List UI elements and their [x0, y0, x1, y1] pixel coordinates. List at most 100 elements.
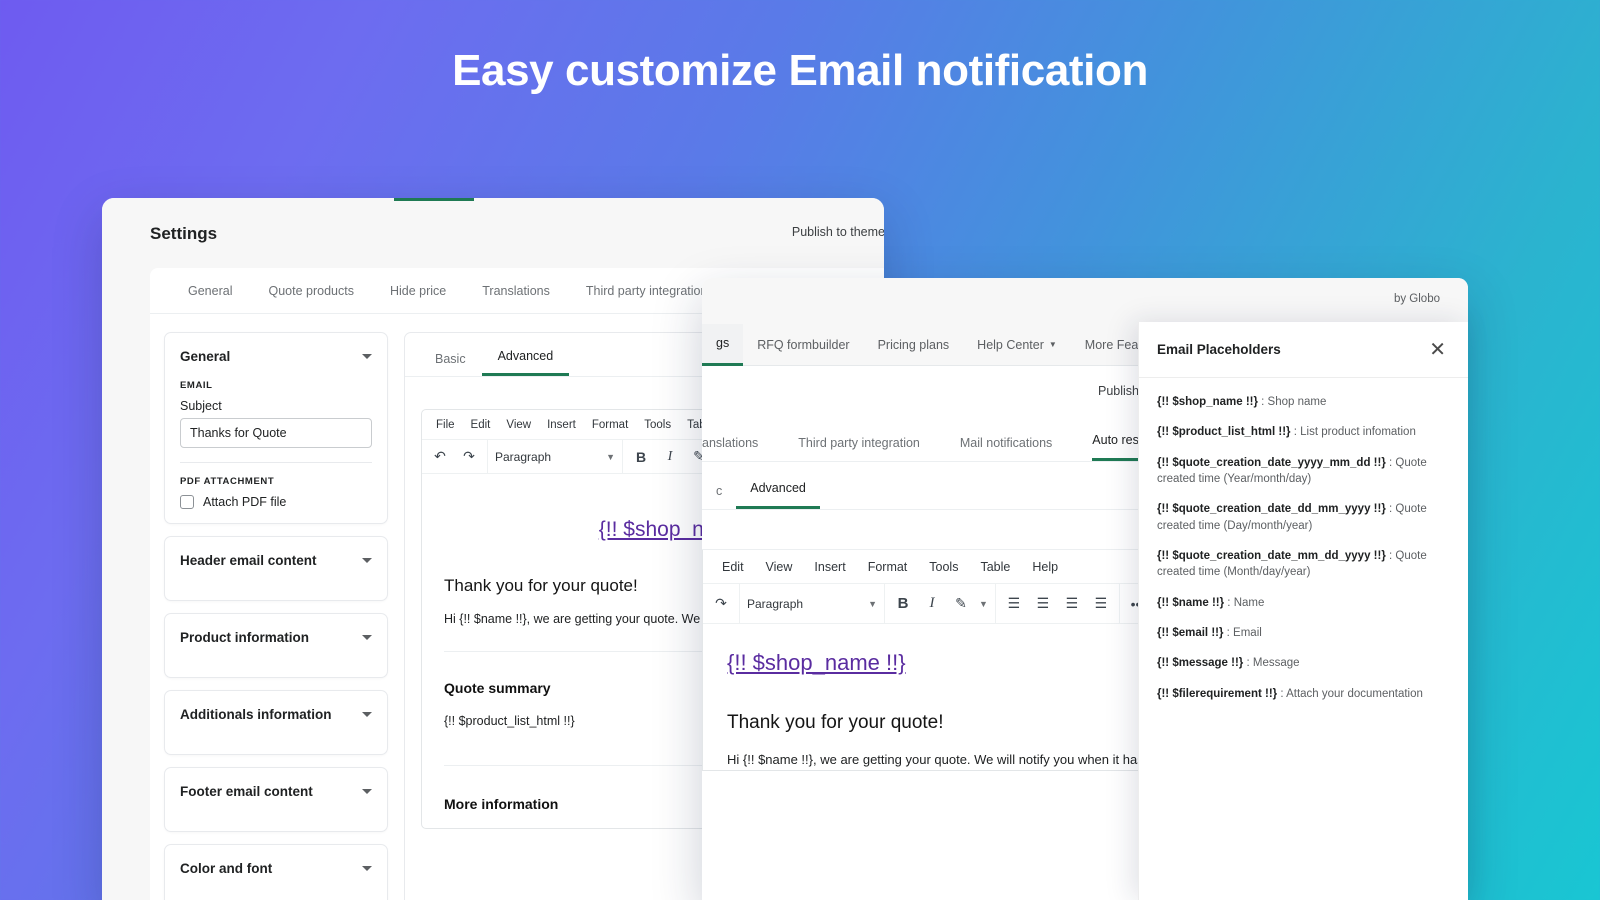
editor-tab-basic[interactable]: Basic: [419, 352, 482, 376]
placeholder-desc: : Message: [1243, 657, 1300, 670]
menu-view[interactable]: View: [498, 419, 539, 431]
placeholders-header: Email Placeholders ✕: [1139, 322, 1468, 378]
format-select-group[interactable]: Paragraph ▼: [488, 440, 623, 473]
italic-button[interactable]: I: [921, 595, 943, 612]
align-right-icon[interactable]: ☰: [1061, 595, 1083, 612]
align-justify-icon[interactable]: ☰: [1090, 595, 1112, 612]
tab-general[interactable]: General: [170, 284, 250, 298]
paragraph-format-select[interactable]: Paragraph ▼: [495, 450, 615, 464]
accordion-additionals-information[interactable]: Additionals information: [164, 690, 388, 755]
menu-tools[interactable]: Tools: [918, 560, 969, 574]
nav-item-settings[interactable]: gs: [702, 323, 744, 366]
menu-edit[interactable]: Edit: [463, 419, 499, 431]
chevron-down-icon: [362, 558, 372, 563]
chevron-down-icon[interactable]: ▼: [979, 599, 988, 609]
accordion-general-label: General: [180, 349, 231, 364]
menu-format[interactable]: Format: [857, 560, 919, 574]
chevron-down-icon: [362, 635, 372, 640]
accordion-color-and-font-header[interactable]: Color and font: [165, 845, 387, 892]
text-style-group: B I ✎ ▼: [885, 584, 996, 623]
list-item[interactable]: {!! $shop_name !!} : Shop name: [1157, 394, 1450, 410]
accordion-footer-email-content-header[interactable]: Footer email content: [165, 768, 387, 815]
accordion-additionals-information-header[interactable]: Additionals information: [165, 691, 387, 738]
tab-third-party-integration[interactable]: Third party integration: [798, 436, 938, 461]
subject-label: Subject: [180, 399, 222, 413]
menu-edit[interactable]: Edit: [711, 560, 755, 574]
paragraph-format-value: Paragraph: [747, 596, 804, 611]
accordion-general[interactable]: General EMAIL Subject PDF ATTACHMENT At: [164, 332, 388, 524]
settings-topbar: Settings Publish to theme: [102, 198, 884, 268]
menu-help[interactable]: Help: [1021, 560, 1069, 574]
placeholder-desc: : Name: [1224, 596, 1265, 609]
nav-item-help-center[interactable]: Help Center ▼: [963, 324, 1071, 366]
menu-file[interactable]: File: [428, 419, 463, 431]
menu-table[interactable]: Table: [969, 560, 1021, 574]
tab-translations[interactable]: anslations: [702, 436, 776, 461]
accordion-color-and-font-label: Color and font: [180, 861, 273, 876]
menu-insert[interactable]: Insert: [539, 419, 584, 431]
editor-tab-advanced[interactable]: Advanced: [736, 481, 820, 509]
close-icon[interactable]: ✕: [1429, 340, 1446, 360]
placeholder-code: {!! $shop_name !!}: [1157, 396, 1258, 408]
italic-button[interactable]: I: [659, 449, 681, 465]
text-color-icon[interactable]: ✎: [950, 595, 972, 612]
placeholder-code: {!! $quote_creation_date_yyyy_mm_dd !!}: [1157, 456, 1386, 469]
tab-translations[interactable]: Translations: [464, 284, 568, 298]
accordion-product-information[interactable]: Product information: [164, 613, 388, 678]
list-item[interactable]: {!! $filerequirement !!} : Attach your d…: [1157, 686, 1450, 702]
accordion-header-email-content-label: Header email content: [180, 553, 317, 568]
list-item[interactable]: {!! $product_list_html !!} : List produc…: [1157, 424, 1450, 440]
by-globo-label: by Globo: [1393, 293, 1440, 305]
redo-icon[interactable]: ↷: [458, 448, 480, 465]
accordion-header-email-content-header[interactable]: Header email content: [165, 537, 387, 584]
menu-view[interactable]: View: [755, 560, 804, 574]
format-select-group[interactable]: Paragraph ▼: [740, 584, 885, 623]
checkbox-icon[interactable]: [180, 495, 194, 509]
accordion-header-email-content[interactable]: Header email content: [164, 536, 388, 601]
chevron-down-icon: ▼: [606, 451, 615, 462]
editor-tab-advanced[interactable]: Advanced: [481, 349, 570, 376]
publish-to-theme-button[interactable]: Publish to theme: [792, 225, 884, 239]
nav-item-rfq-formbuilder-label: RFQ formbuilder: [757, 337, 850, 352]
chevron-down-icon: [362, 354, 372, 359]
paragraph-format-select[interactable]: Paragraph ▼: [747, 597, 877, 611]
nav-item-pricing-plans[interactable]: Pricing plans: [864, 324, 964, 366]
accordion-color-and-font[interactable]: Color and font: [164, 844, 388, 900]
attach-pdf-checkbox-row[interactable]: Attach PDF file: [180, 495, 372, 509]
accordion-general-header[interactable]: General: [165, 333, 387, 380]
accordion-additionals-information-label: Additionals information: [180, 707, 332, 722]
nav-item-rfq-formbuilder[interactable]: RFQ formbuilder: [743, 324, 863, 366]
placeholder-code: {!! $name !!}: [1157, 596, 1225, 609]
placeholders-title: Email Placeholders: [1157, 342, 1281, 357]
list-item[interactable]: {!! $quote_creation_date_yyyy_mm_dd !!} …: [1157, 455, 1450, 488]
menu-insert[interactable]: Insert: [803, 560, 856, 574]
menu-tools[interactable]: Tools: [636, 419, 679, 431]
list-item[interactable]: {!! $quote_creation_date_dd_mm_yyyy !!} …: [1157, 501, 1450, 534]
bold-button[interactable]: B: [630, 449, 652, 465]
list-item[interactable]: {!! $message !!} : Message: [1157, 655, 1450, 671]
accordion-footer-email-content[interactable]: Footer email content: [164, 767, 388, 832]
align-center-icon[interactable]: ☰: [1032, 595, 1054, 612]
menu-format[interactable]: Format: [584, 419, 636, 431]
editor-tab-basic[interactable]: c: [702, 484, 736, 509]
accordion-product-information-header[interactable]: Product information: [165, 614, 387, 661]
redo-icon[interactable]: ↷: [710, 595, 732, 612]
align-left-icon[interactable]: ☰: [1003, 595, 1025, 612]
settings-title: Settings: [150, 224, 218, 243]
undo-icon[interactable]: ↶: [429, 448, 451, 465]
tab-mail-notifications[interactable]: Mail notifications: [960, 436, 1070, 461]
accordion-footer-email-content-label: Footer email content: [180, 784, 313, 799]
bold-button[interactable]: B: [892, 595, 914, 612]
list-item[interactable]: {!! $email !!} : Email: [1157, 625, 1450, 641]
tab-quote-products[interactable]: Quote products: [250, 284, 371, 298]
divider: [180, 462, 372, 463]
placeholder-code: {!! $filerequirement !!}: [1157, 687, 1278, 700]
tab-hide-price[interactable]: Hide price: [372, 284, 464, 298]
list-item[interactable]: {!! $quote_creation_date_mm_dd_yyyy !!} …: [1157, 548, 1450, 581]
list-item[interactable]: {!! $name !!} : Name: [1157, 595, 1450, 611]
accordion-general-body: EMAIL Subject PDF ATTACHMENT Attach PDF …: [165, 380, 387, 523]
subject-input[interactable]: [180, 418, 372, 448]
